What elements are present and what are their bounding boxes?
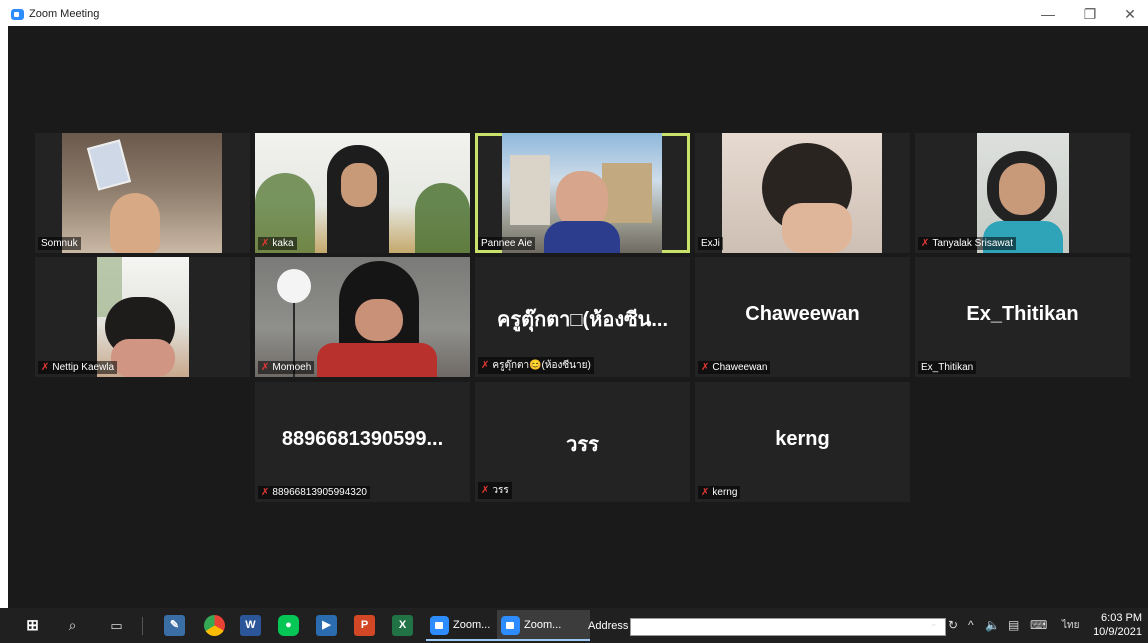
- muted-mic-icon: ✗: [261, 362, 270, 373]
- muted-mic-icon: ✗: [701, 487, 710, 498]
- participant-name-label: Ex_Thitikan: [918, 361, 977, 374]
- participant-tile-nettip[interactable]: ✗ Nettip Kaewla: [35, 257, 250, 377]
- muted-mic-icon: ✗: [921, 238, 930, 249]
- clock-date: 10/9/2021: [1093, 626, 1142, 638]
- participant-tile-worr[interactable]: วรร ✗ วรร: [475, 382, 690, 502]
- participant-name-label: ExJi: [698, 237, 723, 250]
- participant-name-label: ✗ วรร: [478, 482, 512, 499]
- zoom-icon: [430, 616, 449, 635]
- participant-video: [97, 257, 189, 377]
- participant-tile-krutukta[interactable]: ครูตุ๊กตา□(ห้องซีน... ✗ ครูตุ๊กตา😊(ห้องซี…: [475, 257, 690, 377]
- participant-tile-momoeh[interactable]: ✗ Momoeh: [255, 257, 470, 377]
- participant-video: [722, 133, 882, 253]
- line-app-icon[interactable]: ●: [278, 615, 299, 636]
- clock[interactable]: 6:03 PM 10/9/2021: [1093, 611, 1142, 639]
- participant-name-label: ✗ Nettip Kaewla: [38, 361, 118, 374]
- participant-video: [62, 133, 222, 253]
- participant-display-name: 8896681390599...: [281, 428, 444, 450]
- window-title: Zoom Meeting: [29, 8, 100, 20]
- keyboard-icon[interactable]: ⌨: [1030, 618, 1047, 632]
- powerpoint-icon[interactable]: P: [354, 615, 375, 636]
- muted-mic-icon: ✗: [481, 360, 490, 371]
- address-input[interactable]: [630, 618, 946, 636]
- muted-mic-icon: ✗: [481, 485, 490, 496]
- participant-tile-pannee-active-speaker[interactable]: Pannee Aie: [475, 133, 690, 253]
- task-view-icon[interactable]: ▭: [106, 615, 127, 636]
- participant-name-label: ✗ 88966813905994320: [258, 486, 370, 499]
- speaker-icon[interactable]: 🔈: [985, 618, 1000, 632]
- paint-app-icon[interactable]: ✎: [164, 615, 185, 636]
- clock-time: 6:03 PM: [1101, 612, 1142, 624]
- muted-mic-icon: ✗: [261, 487, 270, 498]
- media-player-icon[interactable]: ▶: [316, 615, 337, 636]
- taskbar: ⊞ ⌕ ▭ ✎ W ● ▶ P X Zoom... Zoom... Addres…: [0, 608, 1148, 643]
- zoom-taskbar-item-2[interactable]: Zoom...: [497, 610, 590, 641]
- restore-button[interactable]: ❐: [1072, 3, 1108, 25]
- participant-display-name: วรร: [566, 434, 599, 456]
- chrome-icon[interactable]: [204, 615, 225, 636]
- participant-name-label: ✗ Tanyalak Srisawat: [918, 237, 1016, 250]
- muted-mic-icon: ✗: [701, 362, 710, 373]
- participant-tile-phone-number[interactable]: 8896681390599... ✗ 88966813905994320: [255, 382, 470, 502]
- notification-icon[interactable]: ▤: [1008, 618, 1019, 632]
- chevron-up-icon[interactable]: ^: [968, 618, 974, 632]
- participant-name-label: Pannee Aie: [478, 237, 536, 250]
- participant-tile-kerng[interactable]: kerng ✗ kerng: [695, 382, 910, 502]
- word-icon[interactable]: W: [240, 615, 261, 636]
- participant-tile-tanyalak[interactable]: ✗ Tanyalak Srisawat: [915, 133, 1130, 253]
- refresh-icon[interactable]: ↻: [948, 618, 958, 632]
- participant-name-label: ✗ Chaweewan: [698, 361, 771, 374]
- window-titlebar: Zoom Meeting — ❐ ✕: [0, 0, 1148, 26]
- input-language[interactable]: ไทย: [1062, 618, 1079, 633]
- participant-tile-kaka[interactable]: ✗ kaka: [255, 133, 470, 253]
- chevron-down-icon[interactable]: ⌄: [930, 618, 938, 629]
- participant-name-label: ✗ ครูตุ๊กตา😊(ห้องซีนาย): [478, 357, 594, 374]
- zoom-logo-icon: [11, 9, 24, 20]
- minimize-button[interactable]: —: [1030, 3, 1066, 25]
- address-toolbar-label: Address: [588, 620, 629, 632]
- participant-video: [977, 133, 1069, 253]
- participant-name-label: ✗ Momoeh: [258, 361, 315, 374]
- excel-icon[interactable]: X: [392, 615, 413, 636]
- participant-display-name: Chaweewan: [745, 303, 860, 325]
- participant-video: [255, 133, 470, 253]
- zoom-icon: [501, 616, 520, 635]
- participant-tile-exji[interactable]: ExJi: [695, 133, 910, 253]
- participant-display-name: ครูตุ๊กตา□(ห้องซีน...: [496, 309, 669, 331]
- participant-tile-exthitikan[interactable]: Ex_Thitikan Ex_Thitikan: [915, 257, 1130, 377]
- participant-video: [502, 133, 662, 253]
- participant-name-label: ✗ kerng: [698, 486, 741, 499]
- gallery-view: Somnuk ✗ kaka Pannee Aie ExJi ✗ Tanyalak…: [8, 26, 1148, 608]
- windows-start-icon[interactable]: ⊞: [22, 615, 43, 636]
- participant-display-name: Ex_Thitikan: [966, 303, 1079, 325]
- search-icon[interactable]: ⌕: [62, 615, 83, 636]
- participant-tile-somnuk[interactable]: Somnuk: [35, 133, 250, 253]
- participant-name-label: ✗ kaka: [258, 237, 297, 250]
- participant-tile-chaweewan[interactable]: Chaweewan ✗ Chaweewan: [695, 257, 910, 377]
- participant-display-name: kerng: [775, 428, 830, 450]
- muted-mic-icon: ✗: [261, 238, 270, 249]
- participant-name-label: Somnuk: [38, 237, 81, 250]
- muted-mic-icon: ✗: [41, 362, 50, 373]
- participant-video: [255, 257, 470, 377]
- close-button[interactable]: ✕: [1112, 3, 1148, 25]
